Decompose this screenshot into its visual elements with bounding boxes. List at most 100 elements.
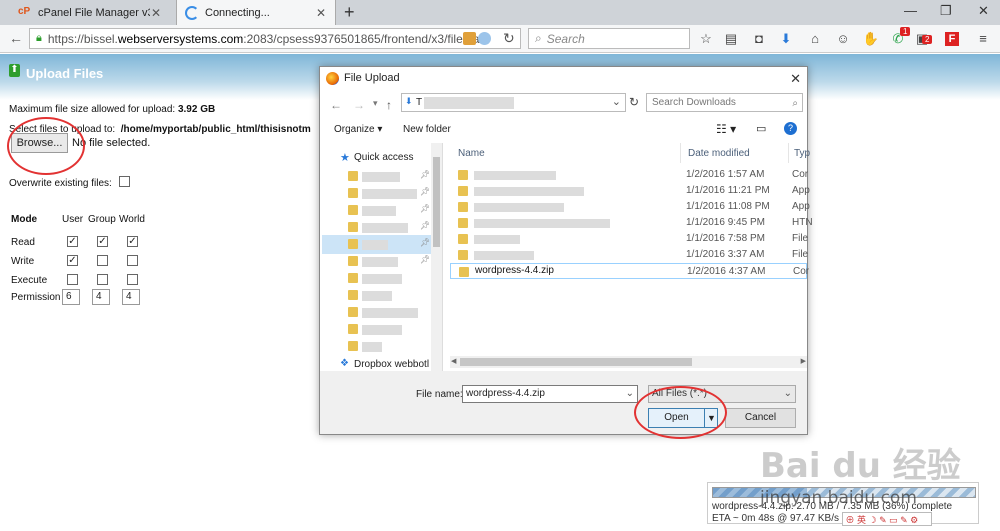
chevron-down-icon[interactable]: ⌄ — [784, 386, 792, 402]
column-type[interactable]: Typ — [794, 148, 810, 159]
search-input[interactable]: ⌕ Search — [528, 28, 690, 49]
perm-read-group-checkbox[interactable]: ✓ — [97, 236, 108, 247]
page-title: Upload Files — [26, 66, 104, 81]
reload-icon[interactable]: ↻ — [503, 30, 515, 47]
view-options-icon[interactable]: ☷ ▾ — [716, 122, 736, 136]
column-separator — [680, 143, 681, 163]
perm-write-world-checkbox[interactable] — [127, 255, 138, 266]
pin-icon[interactable]: 📌︎ — [420, 255, 430, 264]
scrollbar-thumb[interactable] — [460, 358, 692, 366]
refresh-icon[interactable]: ↻ — [629, 95, 639, 109]
perm-write-user-checkbox[interactable]: ✓ — [67, 255, 78, 266]
pin-icon[interactable]: 📌︎ — [420, 204, 430, 213]
home-icon[interactable]: ⌂ — [806, 30, 824, 48]
blurred-folder-name — [362, 308, 418, 318]
preview-pane-icon[interactable]: ▭ — [756, 122, 766, 135]
bookmark-star-icon[interactable]: ☆ — [697, 30, 715, 48]
blurred-file-name — [474, 187, 584, 196]
navigation-scrollbar[interactable] — [431, 143, 442, 371]
pin-icon[interactable]: 📌︎ — [420, 187, 430, 196]
permission-group-input[interactable]: 4 — [92, 289, 110, 305]
minimize-icon[interactable]: — — [904, 3, 917, 18]
no-file-text: No file selected. — [72, 137, 151, 149]
flashget-icon[interactable]: F — [945, 32, 959, 46]
chevron-down-icon[interactable]: ⌄ — [626, 386, 634, 402]
file-name-input[interactable]: wordpress-4.4.zip ⌄ — [462, 385, 638, 403]
file-type-select[interactable]: All Files (*.*) ⌄ — [648, 385, 796, 403]
file-row[interactable]: 1/1/2016 11:08 PM App — [450, 199, 810, 215]
browse-button[interactable]: Browse... — [11, 133, 68, 153]
smiley-icon[interactable]: ☺ — [834, 30, 852, 48]
menu-icon[interactable]: ≡ — [974, 30, 992, 48]
file-date: 1/1/2016 11:21 PM — [686, 185, 770, 196]
close-icon[interactable]: ✕ — [150, 6, 162, 20]
blurred-file-name — [474, 251, 534, 260]
perm-execute-world-checkbox[interactable] — [127, 274, 138, 285]
download-icon[interactable]: ⬇ — [777, 30, 795, 48]
max-size-text: Maximum file size allowed for upload: 3.… — [9, 104, 215, 115]
cancel-button[interactable]: Cancel — [725, 408, 796, 428]
perm-read-user-checkbox[interactable]: ✓ — [67, 236, 78, 247]
perm-execute-user-checkbox[interactable] — [67, 274, 78, 285]
tab-connecting[interactable]: Connecting... ✕ — [176, 0, 336, 25]
new-folder-button[interactable]: New folder — [403, 124, 451, 135]
extension-icon[interactable] — [478, 32, 491, 45]
organize-menu[interactable]: Organize ▾ — [334, 124, 382, 135]
chevron-down-icon[interactable]: ⌄ — [612, 95, 621, 108]
upload-icon: ⬆ — [9, 64, 20, 77]
extension-icon[interactable] — [463, 32, 476, 45]
file-list-scrollbar[interactable]: ◀ ▶ — [450, 356, 807, 368]
permission-world-input[interactable]: 4 — [122, 289, 140, 305]
pocket-icon[interactable]: ◘ — [750, 30, 768, 48]
column-date-modified[interactable]: Date modified — [688, 148, 750, 159]
scroll-right-icon[interactable]: ▶ — [801, 357, 806, 365]
column-name[interactable]: Name — [458, 148, 485, 159]
file-row[interactable]: 1/1/2016 7:58 PM File — [450, 231, 809, 247]
permission-user-input[interactable]: 6 — [62, 289, 80, 305]
up-arrow-icon[interactable]: ↑ — [386, 98, 392, 112]
pin-icon[interactable]: 📌︎ — [420, 238, 430, 247]
file-row[interactable]: 1/2/2016 1:57 AM Cor — [450, 167, 808, 183]
recent-locations-icon[interactable]: ▾ — [373, 98, 378, 109]
back-arrow-icon[interactable]: ← — [9, 30, 23, 46]
dropbox-item[interactable]: ❖ Dropbox webbotl — [322, 355, 432, 371]
new-tab-button[interactable]: + — [344, 2, 355, 23]
reading-list-icon[interactable]: ▤ — [722, 30, 740, 48]
address-start: T — [416, 97, 423, 108]
file-name-label: File name: — [416, 389, 463, 400]
perm-execute-group-checkbox[interactable] — [97, 274, 108, 285]
perm-write-group-checkbox[interactable] — [97, 255, 108, 266]
blurred-folder-name — [362, 325, 402, 335]
folder-icon — [348, 239, 358, 249]
file-row[interactable]: wordpress-4.4.zip 1/2/2016 4:37 AM Cor — [450, 263, 809, 279]
file-row[interactable]: 1/1/2016 9:45 PM HTN — [450, 215, 813, 231]
restore-icon[interactable]: ❐ — [940, 3, 952, 19]
scroll-left-icon[interactable]: ◀ — [451, 357, 456, 365]
tab-cpanel-file-manager[interactable]: cP cPanel File Manager v3 ✕ — [10, 0, 170, 25]
open-button[interactable]: Open ▼ — [648, 408, 718, 428]
forward-arrow-icon[interactable]: → — [353, 98, 365, 112]
search-placeholder: Search Downloads — [652, 97, 736, 108]
file-type: File — [792, 233, 809, 244]
quick-access-folder[interactable] — [322, 337, 432, 356]
hand-icon[interactable]: ✋ — [862, 30, 880, 48]
file-row[interactable]: 1/1/2016 3:37 AM File — [450, 247, 808, 263]
downloads-search-input[interactable]: Search Downloads ⌕ — [646, 93, 803, 112]
perm-read-world-checkbox[interactable]: ✓ — [127, 236, 138, 247]
file-row[interactable]: 1/1/2016 11:21 PM App — [450, 183, 810, 199]
address-bar[interactable]: ⬇ T ⌄ — [401, 93, 626, 112]
back-arrow-icon[interactable]: ← — [330, 98, 342, 112]
pin-icon[interactable]: 📌︎ — [420, 221, 430, 230]
overwrite-checkbox[interactable] — [119, 176, 130, 187]
blurred-file-name — [474, 219, 610, 228]
tray-icons: ⊕ 英 ☽ ✎ ▭ ✎ ⚙ — [842, 512, 932, 526]
pin-icon[interactable]: 📌︎ — [420, 170, 430, 179]
close-icon[interactable]: ✕ — [315, 6, 327, 20]
open-dropdown-icon[interactable]: ▼ — [704, 409, 718, 427]
scrollbar-thumb[interactable] — [433, 157, 440, 247]
window-close-icon[interactable]: ✕ — [978, 3, 989, 19]
url-bar[interactable]: 🔒︎ https://bissel. webserversystems.com:2… — [29, 28, 521, 49]
quick-access-item[interactable]: ★ Quick access — [322, 148, 432, 167]
close-icon[interactable]: ✕ — [790, 71, 801, 87]
help-icon[interactable]: ? — [784, 122, 797, 135]
